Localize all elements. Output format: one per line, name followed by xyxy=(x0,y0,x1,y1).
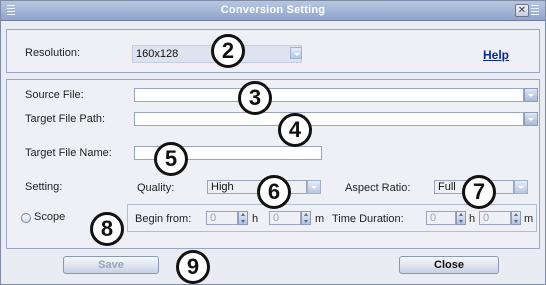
target-name-label: Target File Name: xyxy=(25,147,112,159)
resolution-label: Resolution: xyxy=(25,47,81,59)
browse-target-icon[interactable] xyxy=(524,112,538,126)
close-window-button[interactable]: ✕ xyxy=(515,4,529,17)
hour-unit: h xyxy=(252,213,259,225)
quality-value: High xyxy=(211,181,234,193)
aspect-ratio-label: Aspect Ratio: xyxy=(345,182,411,194)
callout-badge: 9 xyxy=(176,250,210,284)
conversion-setting-dialog: Conversion Setting ✕ Resolution: 160x128… xyxy=(0,0,546,285)
callout-badge: 5 xyxy=(154,142,188,176)
callout-badge: 8 xyxy=(90,212,124,246)
scope-checkbox[interactable] xyxy=(21,213,31,223)
callout-badge: 2 xyxy=(211,34,245,68)
duration-hour-input[interactable]: 0 xyxy=(426,211,456,225)
quality-label: Quality: xyxy=(137,182,175,194)
duration-minute-input[interactable]: 0 xyxy=(479,211,511,225)
chevron-down-icon[interactable] xyxy=(290,47,302,59)
begin-minute-input[interactable]: 0 xyxy=(269,211,301,225)
spinner-icon[interactable] xyxy=(511,211,521,225)
target-path-label: Target File Path: xyxy=(25,113,106,125)
help-link[interactable]: Help xyxy=(483,48,509,62)
close-button[interactable]: Close xyxy=(399,256,499,274)
setting-label: Setting: xyxy=(25,181,63,193)
browse-source-icon[interactable] xyxy=(524,88,538,102)
grip-icon xyxy=(531,5,539,16)
begin-from-label: Begin from: xyxy=(135,213,192,225)
minute-unit: m xyxy=(315,213,325,225)
title-bar[interactable]: Conversion Setting ✕ xyxy=(1,1,545,21)
window-title: Conversion Setting xyxy=(220,4,326,16)
callout-badge: 7 xyxy=(462,175,496,209)
settings-panel: Source File: Target File Path: Target Fi… xyxy=(6,79,540,249)
callout-badge: 3 xyxy=(238,81,272,115)
source-file-label: Source File: xyxy=(25,89,84,101)
resolution-panel: Resolution: 160x128 xyxy=(6,29,540,73)
spinner-icon[interactable] xyxy=(456,211,466,225)
scope-label: Scope xyxy=(34,211,66,223)
callout-badge: 4 xyxy=(278,113,312,147)
chevron-down-icon[interactable] xyxy=(307,180,321,194)
hour-unit: h xyxy=(469,213,476,225)
chevron-down-icon[interactable] xyxy=(514,180,528,194)
save-button[interactable]: Save xyxy=(63,256,159,274)
minute-unit: m xyxy=(524,213,534,225)
resolution-value: 160x128 xyxy=(136,48,179,60)
spinner-icon[interactable] xyxy=(238,211,248,225)
aspect-ratio-value: Full xyxy=(438,181,456,193)
callout-badge: 6 xyxy=(257,175,291,209)
target-path-input[interactable] xyxy=(134,112,524,126)
source-file-input[interactable] xyxy=(134,88,524,102)
spinner-icon[interactable] xyxy=(301,211,311,225)
time-duration-label: Time Duration: xyxy=(332,213,404,225)
begin-hour-input[interactable]: 0 xyxy=(206,211,238,225)
